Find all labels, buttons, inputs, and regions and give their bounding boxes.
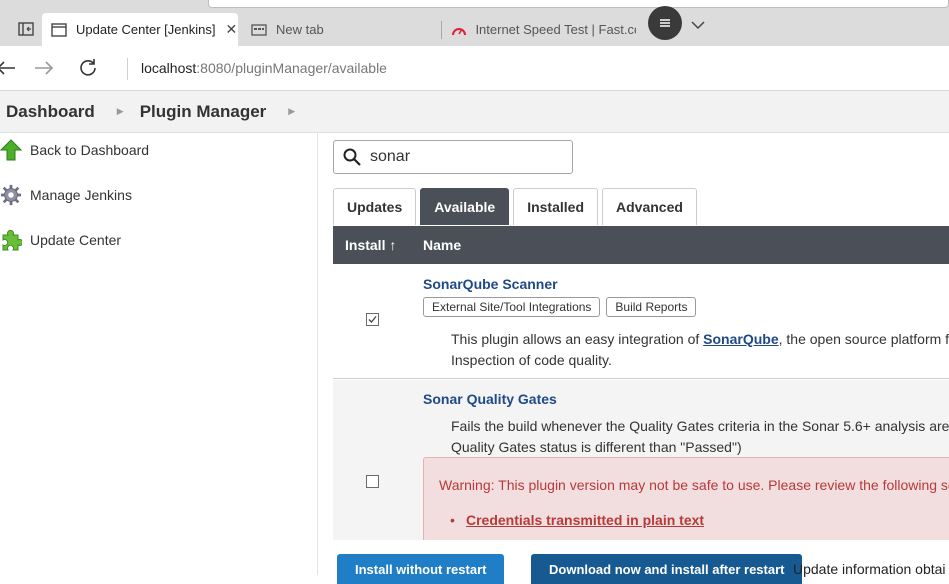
plugin-name-link[interactable]: Sonar Quality Gates bbox=[423, 391, 557, 407]
breadcrumb-dashboard[interactable]: Dashboard bbox=[6, 102, 95, 122]
plugin-labels: External Site/Tool Integrations Build Rep… bbox=[423, 297, 702, 317]
tab-updates[interactable]: Updates bbox=[333, 188, 417, 225]
close-tab-icon[interactable]: ✕ bbox=[225, 21, 237, 38]
address-bar: localhost:8080/pluginManager/available bbox=[0, 46, 949, 91]
install-without-restart-button[interactable]: Install without restart bbox=[337, 554, 505, 584]
plugin-filter[interactable] bbox=[333, 140, 573, 174]
warning-item: Credentials transmitted in plain text bbox=[466, 512, 704, 528]
url-path: :8080/pluginManager/available bbox=[196, 60, 387, 76]
security-warning: Warning: This plugin version may not be … bbox=[423, 457, 949, 547]
install-checkbox[interactable] bbox=[366, 313, 379, 326]
sidebar-item-update-center[interactable]: Update Center bbox=[0, 225, 121, 255]
breadcrumb-arrow-icon[interactable]: ▶ bbox=[288, 106, 295, 117]
breadcrumb-arrow-icon[interactable]: ▶ bbox=[117, 106, 124, 117]
tab-title: Update Center [Jenkins] bbox=[76, 22, 216, 37]
column-header-install[interactable]: Install ↑ bbox=[345, 237, 396, 253]
tab-menu-icon[interactable] bbox=[648, 6, 682, 40]
browser-tab-new-tab[interactable]: New tab bbox=[242, 13, 440, 46]
install-actions: Install without restart Download now and… bbox=[318, 540, 949, 584]
description-text: Fails the build whenever the Quality Gat… bbox=[451, 418, 949, 434]
url-host: localhost bbox=[141, 60, 197, 76]
breadcrumb-plugin-manager[interactable]: Plugin Manager bbox=[140, 102, 267, 122]
back-arrow-icon[interactable] bbox=[0, 56, 18, 80]
warning-text: Warning: This plugin version may not be … bbox=[439, 477, 949, 493]
plugin-label-tag[interactable]: External Site/Tool Integrations bbox=[423, 297, 601, 317]
table-header: Install ↑ Name bbox=[333, 226, 949, 264]
description-text: This plugin allows an easy integration o… bbox=[451, 331, 704, 347]
tab-title: Internet Speed Test | Fast.co bbox=[475, 22, 636, 37]
puzzle-icon bbox=[0, 228, 22, 252]
tab-actions bbox=[648, 6, 706, 46]
sidebar-item-back-to-dashboard[interactable]: Back to Dashboard bbox=[0, 135, 149, 165]
new-tab-page-icon bbox=[250, 22, 268, 38]
search-icon bbox=[343, 148, 361, 166]
tab-actions-icon[interactable] bbox=[18, 22, 36, 38]
sidebar-item-label: Back to Dashboard bbox=[30, 142, 150, 158]
page-icon bbox=[50, 22, 68, 38]
description-text: Quality Gates status is different than "… bbox=[451, 439, 742, 455]
green-up-arrow-icon bbox=[0, 138, 22, 162]
description-text: Inspection of code quality. bbox=[451, 352, 612, 368]
warning-link[interactable]: Credentials transmitted in plain text bbox=[466, 512, 704, 528]
forward-arrow-icon[interactable] bbox=[32, 56, 56, 80]
table-row: Sonar Quality Gates Fails the build when… bbox=[333, 380, 949, 547]
window-top-edge bbox=[208, 0, 949, 8]
plugin-description: This plugin allows an easy integration o… bbox=[451, 329, 949, 371]
breadcrumb: Dashboard ▶ Plugin Manager ▶ bbox=[0, 91, 949, 133]
browser-tab-strip: Update Center [Jenkins] ✕ New tab Intern… bbox=[0, 0, 949, 46]
tab-advanced[interactable]: Advanced bbox=[602, 188, 697, 225]
download-install-after-restart-button[interactable]: Download now and install after restart bbox=[531, 554, 803, 584]
sidebar-item-label: Update Center bbox=[30, 232, 122, 248]
tab-installed[interactable]: Installed bbox=[513, 188, 598, 225]
plugin-name-link[interactable]: SonarQube Scanner bbox=[423, 276, 558, 292]
speedometer-icon bbox=[450, 22, 467, 38]
url-field[interactable]: localhost:8080/pluginManager/available bbox=[141, 60, 387, 76]
tab-title: New tab bbox=[276, 22, 324, 37]
address-separator bbox=[127, 58, 128, 80]
plugin-description: Fails the build whenever the Quality Gat… bbox=[451, 416, 949, 458]
description-text: , the open source platform fo bbox=[778, 331, 949, 347]
tab-available[interactable]: Available bbox=[420, 188, 510, 225]
browser-tab-fast-com[interactable]: Internet Speed Test | Fast.co bbox=[442, 13, 636, 46]
checkmark-icon bbox=[368, 316, 377, 323]
sidebar-item-manage-jenkins[interactable]: Manage Jenkins bbox=[0, 180, 132, 210]
table-row: SonarQube Scanner External Site/Tool Int… bbox=[333, 264, 949, 379]
sonarqube-link[interactable]: SonarQube bbox=[703, 331, 778, 347]
chevron-down-icon[interactable] bbox=[690, 17, 706, 35]
plugin-tabs: Updates Available Installed Advanced bbox=[333, 188, 701, 225]
column-header-name[interactable]: Name bbox=[423, 237, 461, 253]
bullet-icon: • bbox=[450, 512, 455, 528]
plugin-label-tag[interactable]: Build Reports bbox=[606, 297, 697, 317]
search-input[interactable] bbox=[370, 148, 560, 166]
refresh-icon[interactable] bbox=[76, 56, 100, 80]
sidebar-item-label: Manage Jenkins bbox=[30, 187, 132, 203]
sidebar: Back to Dashboard Manage Jenkins Update … bbox=[0, 133, 318, 575]
gear-icon bbox=[0, 183, 22, 207]
browser-tab-update-center[interactable]: Update Center [Jenkins] ✕ bbox=[42, 13, 238, 46]
install-checkbox[interactable] bbox=[366, 475, 379, 488]
